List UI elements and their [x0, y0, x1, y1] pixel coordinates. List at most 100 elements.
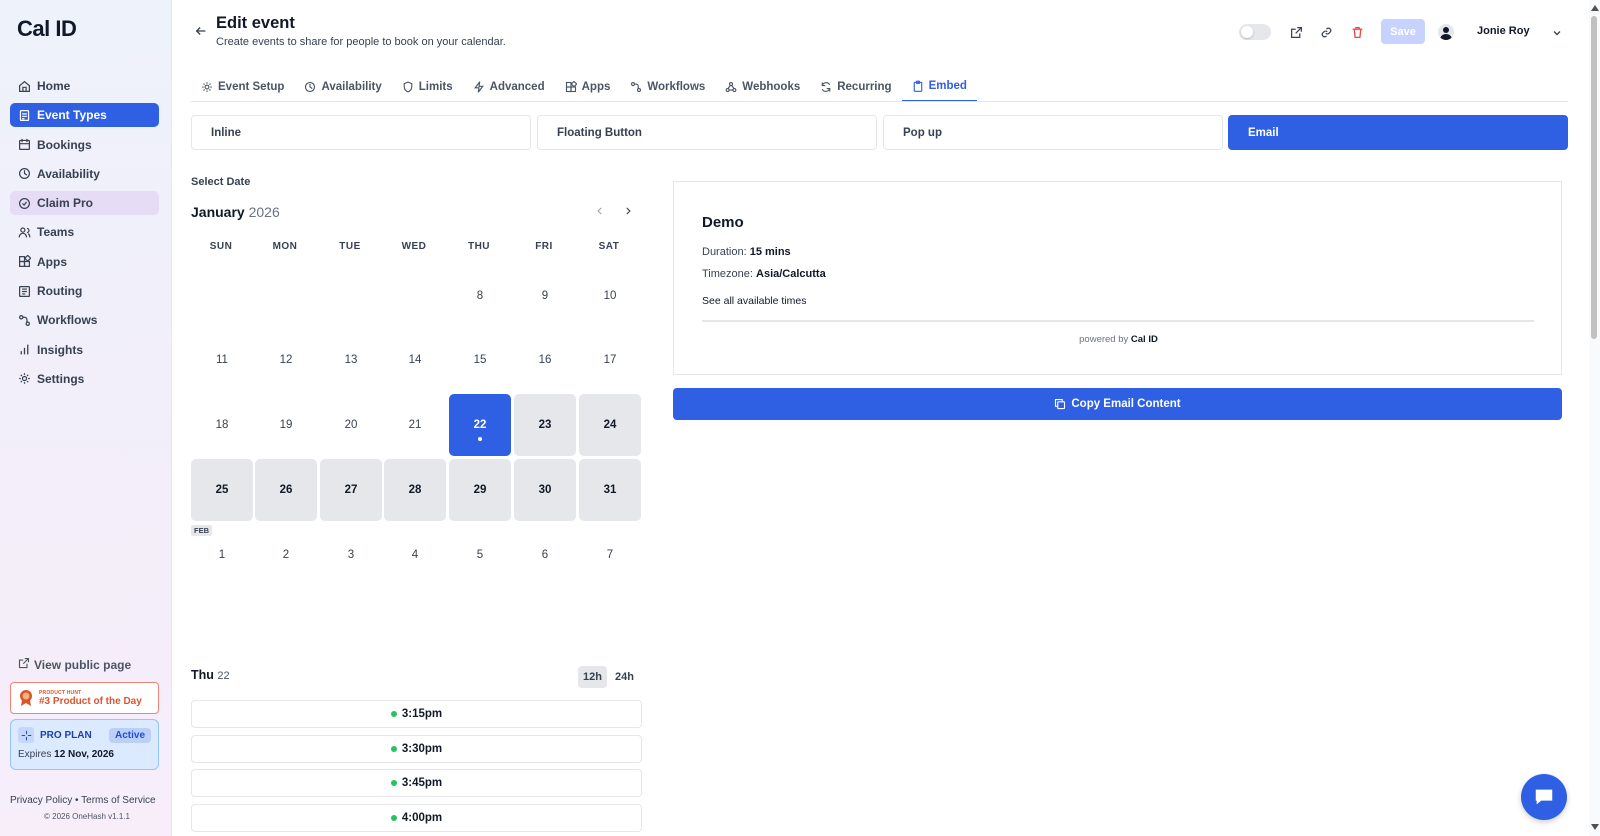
- embed-type-popup[interactable]: Pop up: [883, 115, 1223, 150]
- chevron-down-icon[interactable]: [1551, 27, 1563, 39]
- sidebar-item-teams[interactable]: Teams: [10, 220, 159, 244]
- calendar-icon: [18, 138, 31, 151]
- scroll-up-arrow-icon[interactable]: [1589, 3, 1600, 13]
- calendar-day: 15: [473, 354, 487, 366]
- time-slot[interactable]: 3:45pm: [191, 769, 642, 797]
- tabs-divider: [191, 101, 1568, 102]
- page-title: Edit event: [216, 14, 295, 32]
- tab-availability[interactable]: Availability: [294, 71, 391, 102]
- home-icon: [18, 80, 31, 93]
- footer-links: Privacy Policy • Terms of Service: [10, 795, 156, 806]
- sidebar-item-label: Settings: [37, 371, 85, 386]
- sidebar-item-label: Teams: [37, 225, 75, 240]
- sidebar: Cal ID Home Event Types Bookings Availab…: [0, 0, 172, 836]
- trash-icon[interactable]: [1349, 24, 1365, 40]
- format-12h-toggle[interactable]: 12h: [578, 666, 607, 688]
- sidebar-item-home[interactable]: Home: [10, 74, 159, 98]
- workflow-icon: [631, 81, 642, 92]
- calendar-day[interactable]: 29: [449, 459, 511, 521]
- weekday-label: TUE: [339, 241, 361, 252]
- calendar-day[interactable]: 28: [384, 459, 446, 521]
- sidebar-item-workflows[interactable]: Workflows: [10, 308, 159, 332]
- badge-icon: [18, 197, 31, 210]
- format-24h-toggle[interactable]: 24h: [610, 666, 639, 688]
- event-duration: Duration: 15 mins: [702, 246, 791, 258]
- avatar[interactable]: [1438, 24, 1454, 40]
- sidebar-item-label: Bookings: [37, 137, 92, 152]
- grid-icon: [565, 80, 577, 92]
- see-all-times-link[interactable]: See all available times: [702, 295, 806, 307]
- tab-recurring[interactable]: Recurring: [810, 71, 901, 102]
- clock-icon: [305, 81, 316, 92]
- calendar-day: 14: [408, 354, 422, 366]
- calendar-day: 17: [603, 354, 617, 366]
- sidebar-item-label: Routing: [37, 284, 83, 299]
- calendar-day: 5: [476, 549, 484, 561]
- sidebar-item-apps[interactable]: Apps: [10, 250, 159, 274]
- email-preview: Demo Duration: 15 mins Timezone: Asia/Ca…: [673, 181, 1562, 375]
- time-slot[interactable]: 3:30pm: [191, 734, 642, 763]
- user-name[interactable]: Jonie Roy: [1477, 25, 1530, 37]
- product-hunt-badge[interactable]: PRODUCT HUNT #3 Product of the Day: [10, 682, 159, 714]
- tab-apps[interactable]: Apps: [555, 71, 621, 102]
- calendar-day[interactable]: 25: [191, 459, 253, 521]
- sidebar-item-availability[interactable]: Availability: [10, 162, 159, 186]
- calendar-day[interactable]: 27: [320, 459, 382, 521]
- divider: [702, 320, 1534, 322]
- scrollbar-thumb[interactable]: [1591, 16, 1597, 339]
- time-slot[interactable]: 3:15pm: [191, 700, 642, 728]
- webhook-icon: [725, 81, 737, 92]
- sidebar-item-claim-pro[interactable]: Claim Pro: [10, 191, 159, 216]
- product-hunt-rank: #3 Product of the Day: [39, 695, 142, 707]
- calendar-day: 13: [344, 354, 358, 366]
- app-logo[interactable]: Cal ID: [17, 16, 77, 42]
- view-public-page-link[interactable]: View public page: [18, 657, 131, 672]
- embed-type-inline[interactable]: Inline: [191, 115, 531, 150]
- time-slot-label: 3:30pm: [401, 742, 443, 755]
- calendar-day[interactable]: 24: [579, 394, 641, 456]
- back-arrow-icon[interactable]: [194, 24, 208, 38]
- sidebar-item-insights[interactable]: Insights: [10, 338, 159, 362]
- calendar-day: 4: [411, 549, 419, 561]
- tab-webhooks[interactable]: Webhooks: [715, 71, 810, 102]
- sidebar-item-settings[interactable]: Settings: [10, 367, 159, 391]
- time-slot[interactable]: 4:00pm: [191, 803, 642, 832]
- calendar-day: 10: [603, 290, 617, 302]
- time-slot-label: 4:00pm: [401, 811, 443, 824]
- copy-email-content-button[interactable]: Copy Email Content: [673, 388, 1562, 420]
- tab-event-setup[interactable]: Event Setup: [191, 71, 294, 102]
- calendar-day[interactable]: 26: [255, 459, 317, 521]
- next-month-chevron-icon[interactable]: [621, 204, 635, 218]
- calendar-day[interactable]: 30: [514, 459, 576, 521]
- scroll-down-arrow-icon[interactable]: [1589, 822, 1600, 832]
- next-month-tag: FEB: [191, 525, 212, 536]
- terms-link[interactable]: Terms of Service: [81, 795, 155, 806]
- embed-type-email[interactable]: Email: [1228, 115, 1568, 150]
- sidebar-item-bookings[interactable]: Bookings: [10, 133, 159, 157]
- external-link-icon[interactable]: [1288, 24, 1304, 40]
- public-page-label: View public page: [34, 657, 132, 672]
- shield-icon: [403, 81, 413, 92]
- calendar-day: 12: [279, 354, 293, 366]
- tab-advanced[interactable]: Advanced: [463, 71, 555, 102]
- calendar-day[interactable]: 22: [449, 394, 511, 456]
- tab-embed[interactable]: Embed: [901, 71, 977, 102]
- event-timezone: Timezone: Asia/Calcutta: [702, 268, 826, 280]
- privacy-policy-link[interactable]: Privacy Policy: [10, 795, 72, 806]
- hidden-toggle[interactable]: [1239, 24, 1271, 40]
- chat-button[interactable]: [1521, 774, 1567, 820]
- embed-type-floating-button[interactable]: Floating Button: [537, 115, 877, 150]
- tab-limits[interactable]: Limits: [392, 71, 463, 102]
- save-button[interactable]: Save: [1381, 19, 1425, 44]
- copy-link-icon[interactable]: [1318, 24, 1334, 40]
- sidebar-item-routing[interactable]: Routing: [10, 279, 159, 303]
- sidebar-item-event-types[interactable]: Event Types: [10, 103, 159, 128]
- weekday-label: THU: [467, 241, 491, 252]
- tab-workflows[interactable]: Workflows: [620, 71, 715, 102]
- calendar-day[interactable]: 23: [514, 394, 576, 456]
- calendar-day: 11: [216, 354, 228, 366]
- copy-icon: [1055, 398, 1066, 410]
- prev-month-chevron-icon[interactable]: [593, 204, 607, 218]
- calendar-month: January 2026: [191, 204, 280, 220]
- calendar-day[interactable]: 31: [579, 459, 641, 521]
